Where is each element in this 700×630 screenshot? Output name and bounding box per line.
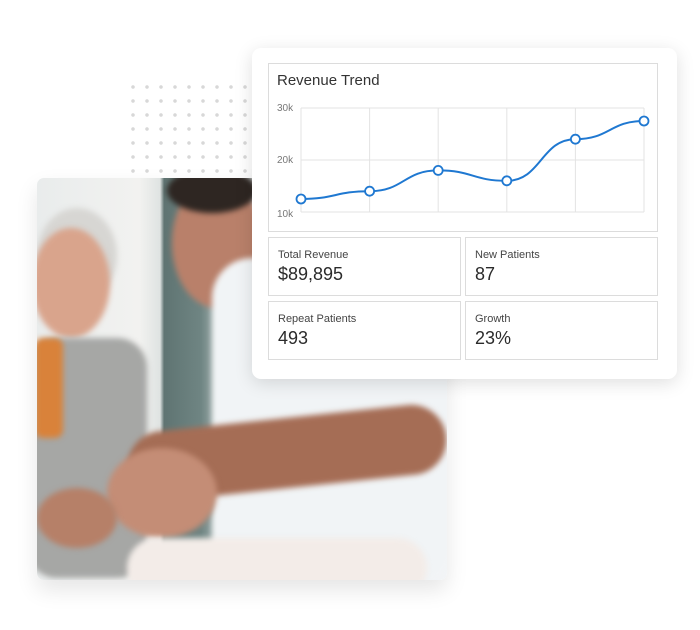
y-tick-label: 30k [277,103,294,114]
decorative-dot-grid [126,80,256,180]
photo-hands [107,448,217,538]
photo-woman-hand [37,488,117,548]
stat-label: New Patients [475,249,540,261]
data-point [364,185,375,197]
stat-value: 23% [475,328,512,348]
photo-woman-face [37,228,110,338]
stat-label: Repeat Patients [278,313,357,325]
stat-value: 87 [475,264,496,284]
stat-label: Total Revenue [278,249,349,261]
revenue-line-chart: 30k 20k 10k [277,103,650,220]
stat-growth: Growth 23% [465,301,658,360]
data-point [432,165,444,176]
stat-value: 493 [278,328,309,348]
stat-total-revenue: Total Revenue $89,895 [268,237,461,296]
y-tick-label: 20k [277,155,294,166]
data-point [295,193,307,205]
data-point [569,133,581,145]
photo-scarf [37,338,63,438]
stat-value: $89,895 [278,264,344,284]
photo-trousers [127,538,427,580]
data-point [501,175,513,187]
stat-new-patients: New Patients 87 [465,237,658,296]
y-tick-label: 10k [277,209,294,220]
revenue-chart-panel: Revenue Trend 30k 20k 10k [268,63,658,232]
stat-repeat-patients: Repeat Patients 493 [268,301,461,360]
stat-label: Growth [475,313,511,325]
data-point [638,115,650,127]
dashboard-card: Revenue Trend 30k 20k 10k Total Revenue $8… [252,48,677,379]
